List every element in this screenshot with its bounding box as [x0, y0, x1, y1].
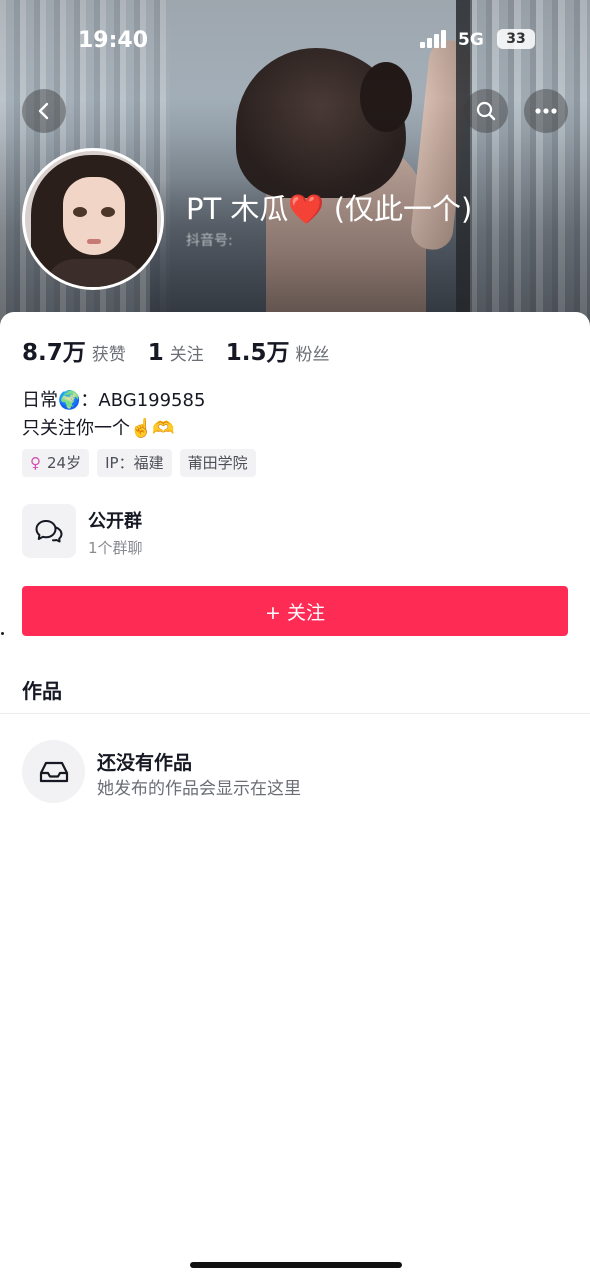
home-indicator[interactable]: [190, 1262, 402, 1268]
back-button[interactable]: [22, 89, 66, 133]
school-text: 莆田学院: [187, 454, 248, 472]
avatar[interactable]: [22, 148, 164, 290]
stat-likes[interactable]: 8.7万 获赞: [22, 333, 126, 367]
stat-following[interactable]: 1 关注: [148, 340, 204, 366]
stat-value: 1: [147, 340, 164, 366]
group-entry-icon-box[interactable]: [22, 504, 76, 558]
stat-label: 获赞: [91, 345, 126, 365]
section-divider: [0, 713, 590, 714]
empty-works-subtitle: 她发布的作品会显示在这里: [97, 779, 301, 799]
works-section-title[interactable]: 作品: [22, 675, 62, 704]
ip-tag: IP：福建: [97, 449, 172, 477]
more-button[interactable]: [524, 89, 568, 133]
ip-text: IP：福建: [105, 454, 164, 472]
age-tag: ♀ 24岁: [22, 449, 90, 477]
douyin-id[interactable]: 抖音号:: [186, 230, 233, 250]
group-subtitle: 1个群聊: [88, 539, 143, 557]
stat-followers[interactable]: 1.5万 粉丝: [226, 333, 330, 367]
group-chat-icon: [35, 520, 63, 543]
chevron-left-icon: [38, 102, 49, 120]
stat-value: 8.7万: [22, 340, 86, 366]
bio-line: 只关注你一个☝️🫶: [22, 418, 175, 439]
stray-dot: [1, 632, 4, 635]
school-tag[interactable]: 莆田学院: [179, 449, 256, 477]
battery-level: 33: [506, 31, 526, 47]
battery-icon: 33: [497, 29, 535, 49]
stat-value: 1.5万: [225, 340, 290, 366]
profile-tags: ♀ 24岁 IP：福建 莆田学院: [22, 449, 264, 477]
network-type: 5G: [458, 30, 484, 50]
follow-button[interactable]: + 关注: [22, 586, 568, 636]
age-text: 24岁: [47, 454, 82, 472]
signal-icon: [420, 30, 450, 48]
status-time: 19:40: [78, 28, 149, 53]
group-title[interactable]: 公开群: [88, 507, 142, 533]
more-icon: [535, 108, 557, 114]
profile-name: PT 木瓜❤️ (仅此一个): [186, 192, 473, 226]
empty-works-icon-box: [22, 740, 85, 803]
profile-stats: 8.7万 获赞 1 关注 1.5万 粉丝: [22, 333, 352, 367]
search-button[interactable]: [464, 89, 508, 133]
stat-label: 粉丝: [295, 345, 330, 365]
empty-works-title: 还没有作品: [97, 752, 193, 774]
bio-line: 日常🌍：ABG199585: [22, 390, 206, 411]
inbox-icon: [39, 761, 68, 782]
search-icon: [476, 101, 496, 121]
stat-label: 关注: [169, 345, 204, 365]
female-icon: ♀: [30, 454, 41, 472]
